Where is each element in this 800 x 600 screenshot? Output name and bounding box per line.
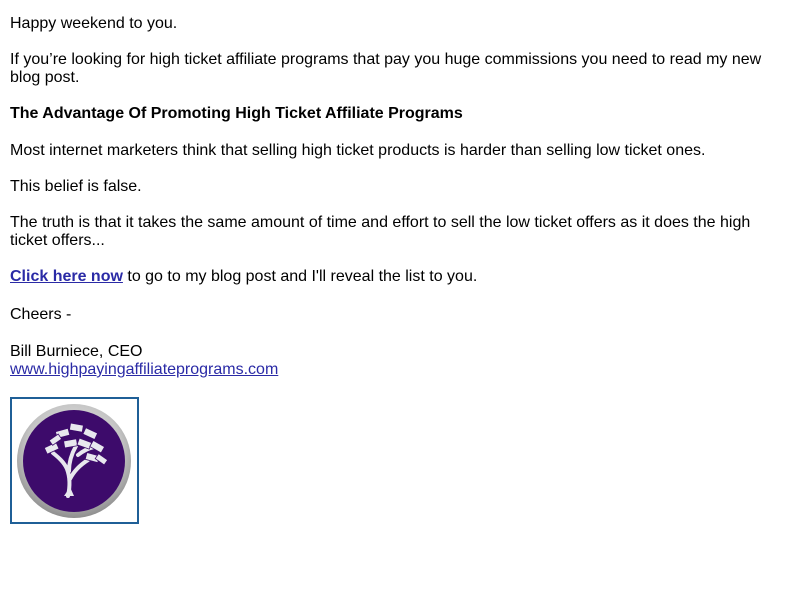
headline: The Advantage Of Promoting High Ticket A… [10,105,463,122]
money-tree-logo-icon[interactable] [10,397,139,524]
intro-text: If you’re looking for high ticket affili… [10,51,762,86]
cta-paragraph: Click here now to go to my blog post and… [10,268,780,286]
website-link[interactable]: www.highpayingaffiliateprograms.com [10,361,278,378]
paragraph-1: Most internet marketers think that selli… [10,142,706,159]
click-here-link[interactable]: Click here now [10,268,123,285]
greeting-text: Happy weekend to you. [10,15,178,32]
email-body: Happy weekend to you. If you’re looking … [0,0,790,524]
signature: Bill Burniece, CEO www.highpayingaffilia… [10,343,780,379]
paragraph-3: The truth is that it takes the same amou… [10,214,751,249]
paragraph-2: This belief is false. [10,178,142,195]
signature-name: Bill Burniece, CEO [10,343,143,360]
closing-text: Cheers - [10,306,72,323]
cta-rest-text: to go to my blog post and I'll reveal th… [122,268,478,285]
money-tree-logo-graphic [17,404,131,518]
